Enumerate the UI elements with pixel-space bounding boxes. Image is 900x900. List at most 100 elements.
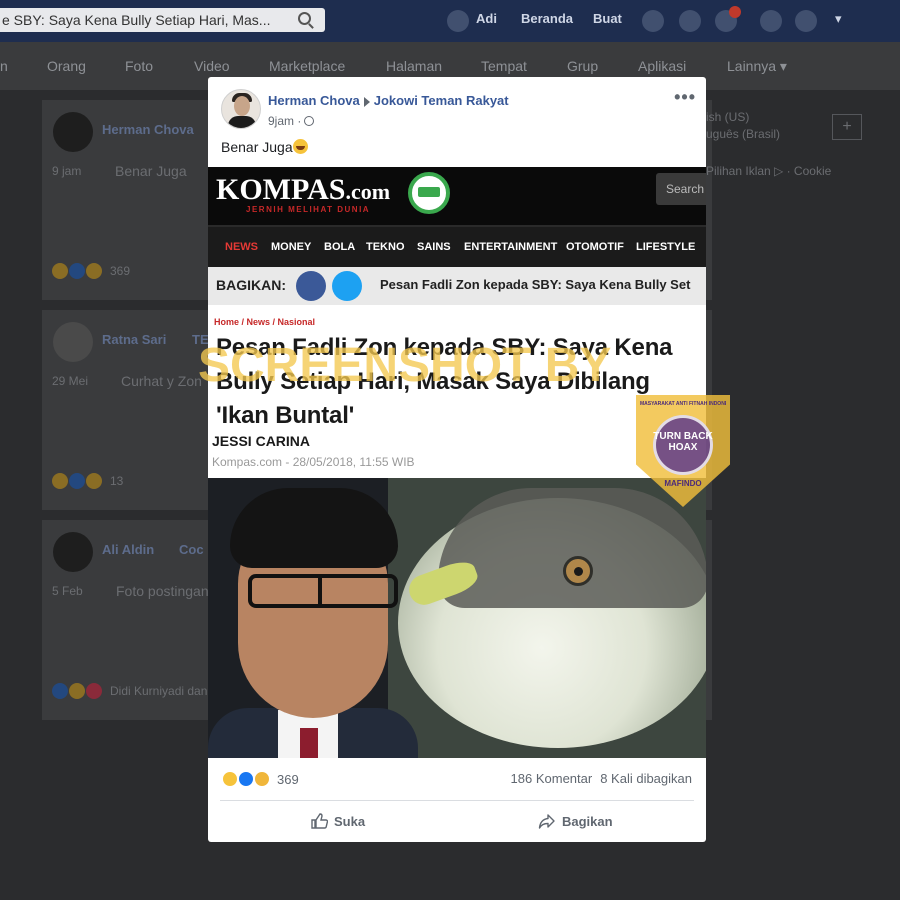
post-time[interactable]: 9 jam — [52, 164, 81, 178]
caption-text: Benar Juga — [221, 139, 293, 155]
messenger-icon[interactable] — [679, 10, 701, 32]
globe-icon — [304, 116, 315, 126]
like-button[interactable]: Suka — [310, 810, 365, 832]
avatar[interactable] — [53, 532, 93, 572]
divider — [220, 800, 694, 801]
pufferfish-eye — [563, 556, 593, 586]
kompas-nav-item: OTOMOTIF — [566, 241, 624, 253]
top-user-link[interactable]: Adi — [476, 11, 497, 26]
reaction-summary[interactable]: 369 — [221, 770, 299, 788]
search-value: e SBY: Saya Kena Bully Setiap Hari, Mas.… — [2, 12, 271, 28]
filter-tab-pages[interactable]: Halaman — [386, 58, 442, 74]
like-label: Suka — [334, 813, 366, 829]
kompas-nav-item: SAINS — [417, 241, 451, 253]
share-count[interactable]: 8 Kali dibagikan — [600, 771, 692, 786]
man-tie — [300, 728, 318, 758]
man-glasses — [248, 574, 398, 608]
kompas-nav-item: BOLA — [324, 241, 356, 253]
filter-tab-groups[interactable]: Grup — [567, 58, 598, 74]
language-link[interactable]: uguês (Brasil) — [706, 127, 780, 141]
article-dateline: Kompas.com - 28/05/2018, 11:55 WIB — [212, 455, 415, 469]
badge-bottom-text: MAFINDO — [664, 479, 702, 488]
share-label: BAGIKAN: — [216, 277, 286, 293]
article-photo — [208, 478, 706, 758]
shared-post-card: Herman Chova Jokowi Teman Rakyat 9jam · •… — [208, 77, 706, 842]
post-author[interactable]: Ali Aldin — [102, 542, 154, 557]
kompas-logo-suffix: .com — [345, 179, 391, 204]
avatar-face — [234, 96, 250, 116]
notification-badge — [729, 6, 741, 18]
post-target[interactable]: TE — [192, 332, 209, 347]
meta-separator: · — [297, 114, 302, 128]
reaction-icons[interactable] — [52, 473, 103, 489]
quick-help-icon[interactable] — [760, 10, 782, 32]
avatar[interactable] — [53, 112, 93, 152]
reaction-icons[interactable] — [52, 683, 103, 699]
kompas-nav-item: ENTERTAINMENT — [464, 241, 558, 253]
kompas-nav-item: TEKNO — [366, 241, 405, 253]
filter-tab[interactable]: n — [0, 58, 8, 74]
search-input[interactable]: e SBY: Saya Kena Bully Setiap Hari, Mas.… — [0, 8, 325, 32]
post-author-link[interactable]: Herman Chova — [268, 93, 360, 108]
account-menu-icon[interactable]: ▾ — [835, 11, 842, 27]
post-author[interactable]: Ratna Sari — [102, 332, 166, 347]
post-stats: 186 Komentar 8 Kali dibagikan — [511, 771, 692, 786]
language-link[interactable]: ish (US) — [706, 110, 749, 124]
post-text: Foto postingan — [116, 583, 209, 599]
filter-tab-people[interactable]: Orang — [47, 58, 86, 74]
avatar[interactable] — [53, 322, 93, 362]
post-meta: 9jam · — [268, 114, 315, 128]
verified-badge-icon — [408, 172, 450, 214]
reaction-icons[interactable] — [52, 263, 103, 279]
reaction-count[interactable]: 369 — [110, 264, 130, 278]
filter-tab-videos[interactable]: Video — [194, 58, 230, 74]
comment-count[interactable]: 186 Komentar — [511, 771, 593, 786]
avatar[interactable] — [221, 89, 261, 129]
post-image[interactable]: KOMPAS.com JERNIH MELIHAT DUNIA Search N… — [208, 167, 706, 758]
home-link[interactable]: Beranda — [521, 11, 573, 26]
post-target-link[interactable]: Jokowi Teman Rakyat — [374, 93, 509, 108]
kompas-logo-text: KOMPAS — [216, 173, 346, 206]
reaction-count[interactable]: 13 — [110, 474, 123, 488]
kompas-logo: KOMPAS.com — [216, 173, 390, 207]
reaction-names[interactable]: Didi Kurniyadi dan — [110, 684, 207, 698]
kompas-header: KOMPAS.com JERNIH MELIHAT DUNIA Search — [208, 167, 706, 225]
post-time[interactable]: 29 Mei — [52, 374, 88, 388]
share-arrow-icon — [538, 814, 555, 829]
profile-avatar-icon[interactable] — [447, 10, 469, 32]
kompas-nav-item: NEWS — [225, 241, 258, 253]
post-author[interactable]: Herman Chova — [102, 122, 194, 137]
post-time[interactable]: 5 Feb — [52, 584, 83, 598]
more-options-icon[interactable]: ••• — [674, 87, 696, 108]
article-byline: JESSI CARINA — [212, 433, 311, 449]
article-share-bar: BAGIKAN: Pesan Fadli Zon kepada SBY: Say… — [208, 267, 706, 305]
facebook-icon — [296, 271, 326, 301]
laughing-emoji-icon — [292, 139, 308, 154]
footer-links[interactable]: Pilihan Iklan ▷ · Cookie — [706, 164, 831, 178]
article-headline: Pesan Fadli Zon kepada SBY: Saya Kena Bu… — [216, 334, 673, 429]
post-time[interactable]: 9jam — [268, 114, 294, 128]
add-language-button[interactable]: + — [832, 114, 862, 140]
friends-icon[interactable] — [642, 10, 664, 32]
reaction-count[interactable]: 369 — [277, 772, 299, 787]
filter-tab-places[interactable]: Tempat — [481, 58, 527, 74]
filter-tab-marketplace[interactable]: Marketplace — [269, 58, 345, 74]
filter-tab-apps[interactable]: Aplikasi — [638, 58, 686, 74]
search-icon[interactable] — [298, 12, 311, 25]
create-link[interactable]: Buat — [593, 11, 622, 26]
filter-tab-more[interactable]: Lainnya ▾ — [727, 58, 787, 75]
post-text: Benar Juga — [115, 163, 187, 179]
breadcrumb: Home / News / Nasional — [214, 317, 316, 327]
help-icon[interactable] — [795, 10, 817, 32]
kompas-nav: NEWS MONEY BOLA TEKNO SAINS ENTERTAINMEN… — [208, 225, 706, 267]
man-hair — [230, 488, 398, 568]
post-text: Curhat y Zon — [121, 373, 202, 389]
turnbackhoax-badge: TURN BACK HOAX MASYARAKAT ANTI FITNAH IN… — [636, 395, 730, 507]
kompas-nav-item: LIFESTYLE — [636, 241, 696, 253]
share-button[interactable]: Bagikan — [538, 810, 613, 832]
avatar-body — [228, 116, 256, 128]
kompas-tagline: JERNIH MELIHAT DUNIA — [246, 205, 371, 214]
wow-reaction-icon — [253, 770, 271, 788]
filter-tab-photos[interactable]: Foto — [125, 58, 153, 74]
post-target[interactable]: Coc — [179, 542, 204, 557]
